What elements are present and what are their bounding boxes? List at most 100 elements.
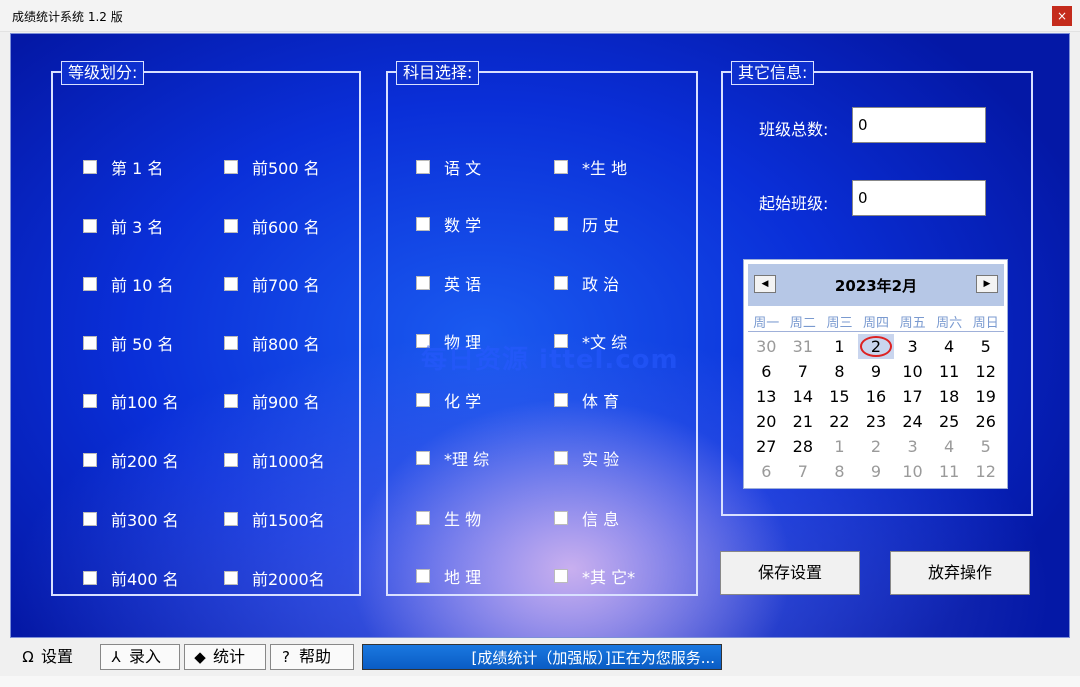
month-calendar[interactable]: ◀ 2023年2月 ▶ 周一 周二 周三 周四 周五 周六 周日 30 31 1 2 3 4 5 6 7 8 9… (743, 259, 1008, 489)
checkbox-box[interactable] (224, 336, 238, 350)
checkbox-box[interactable] (554, 511, 568, 525)
checkbox-box[interactable] (554, 569, 568, 583)
checkbox-box[interactable] (83, 277, 97, 291)
subject-checkbox[interactable]: 数 学 (416, 212, 481, 236)
calendar-day[interactable]: 26 (967, 409, 1004, 434)
calendar-day[interactable]: 7 (785, 459, 822, 484)
calendar-day[interactable]: 1 (821, 434, 858, 459)
calendar-day[interactable]: 13 (748, 384, 785, 409)
calendar-day[interactable]: 8 (821, 359, 858, 384)
grade-checkbox[interactable]: 前2000名 (224, 566, 325, 590)
subject-checkbox[interactable]: 实 验 (554, 446, 619, 470)
calendar-day[interactable]: 3 (894, 434, 931, 459)
calendar-days[interactable]: 30 31 1 2 3 4 5 6 7 8 9 10 11 12 13 14 15 16 17 18 19 20 21 22 2… (748, 334, 1004, 484)
calendar-month-title[interactable]: 2023年2月 (748, 275, 1004, 296)
calendar-day[interactable]: 18 (931, 384, 968, 409)
grade-checkbox[interactable]: 前1000名 (224, 448, 325, 472)
checkbox-box[interactable] (416, 511, 430, 525)
checkbox-box[interactable] (224, 394, 238, 408)
calendar-day[interactable]: 4 (931, 434, 968, 459)
cancel-operation-button[interactable]: 放弃操作 (890, 551, 1030, 595)
calendar-day[interactable]: 27 (748, 434, 785, 459)
calendar-day[interactable]: 3 (894, 334, 931, 359)
calendar-day[interactable]: 10 (894, 359, 931, 384)
calendar-day[interactable]: 21 (785, 409, 822, 434)
calendar-day[interactable]: 30 (748, 334, 785, 359)
calendar-day[interactable]: 19 (967, 384, 1004, 409)
grade-checkbox[interactable]: 第 1 名 (83, 155, 163, 179)
subject-checkbox[interactable]: 体 育 (554, 388, 619, 412)
calendar-day[interactable]: 8 (821, 459, 858, 484)
grade-checkbox[interactable]: 前1500名 (224, 507, 325, 531)
checkbox-box[interactable] (554, 160, 568, 174)
grade-checkbox[interactable]: 前700 名 (224, 272, 320, 296)
subject-checkbox[interactable]: *其 它* (554, 564, 635, 588)
grade-checkbox[interactable]: 前800 名 (224, 331, 320, 355)
subject-checkbox[interactable]: 化 学 (416, 388, 481, 412)
grade-checkbox[interactable]: 前200 名 (83, 448, 179, 472)
checkbox-box[interactable] (416, 393, 430, 407)
calendar-day[interactable]: 10 (894, 459, 931, 484)
calendar-day[interactable]: 15 (821, 384, 858, 409)
calendar-day[interactable]: 20 (748, 409, 785, 434)
calendar-day[interactable]: 24 (894, 409, 931, 434)
calendar-day[interactable]: 16 (858, 384, 895, 409)
calendar-day[interactable]: 1 (821, 334, 858, 359)
calendar-day[interactable]: 2 (857, 334, 895, 359)
subject-checkbox[interactable]: 英 语 (416, 271, 481, 295)
calendar-day[interactable]: 22 (821, 409, 858, 434)
calendar-day[interactable]: 23 (858, 409, 895, 434)
calendar-day[interactable]: 31 (785, 334, 822, 359)
checkbox-box[interactable] (83, 219, 97, 233)
grade-checkbox[interactable]: 前 50 名 (83, 331, 174, 355)
grade-checkbox[interactable]: 前500 名 (224, 155, 320, 179)
calendar-day[interactable]: 11 (931, 459, 968, 484)
subject-checkbox[interactable]: 地 理 (416, 564, 481, 588)
checkbox-box[interactable] (83, 512, 97, 526)
grade-checkbox[interactable]: 前400 名 (83, 566, 179, 590)
checkbox-box[interactable] (224, 453, 238, 467)
calendar-day[interactable]: 12 (967, 359, 1004, 384)
checkbox-box[interactable] (224, 277, 238, 291)
checkbox-box[interactable] (224, 219, 238, 233)
grade-checkbox[interactable]: 前600 名 (224, 214, 320, 238)
calendar-day[interactable]: 28 (785, 434, 822, 459)
checkbox-box[interactable] (83, 453, 97, 467)
calendar-day[interactable]: 17 (894, 384, 931, 409)
checkbox-box[interactable] (224, 160, 238, 174)
checkbox-box[interactable] (416, 569, 430, 583)
checkbox-box[interactable] (554, 393, 568, 407)
calendar-day[interactable]: 2 (858, 434, 895, 459)
calendar-day[interactable]: 25 (931, 409, 968, 434)
checkbox-box[interactable] (416, 276, 430, 290)
save-settings-button[interactable]: 保存设置 (720, 551, 860, 595)
checkbox-box[interactable] (83, 571, 97, 585)
checkbox-box[interactable] (554, 217, 568, 231)
calendar-day[interactable]: 4 (931, 334, 968, 359)
tab-entry[interactable]: ⅄ 录入 (100, 644, 180, 670)
checkbox-box[interactable] (83, 394, 97, 408)
checkbox-box[interactable] (416, 217, 430, 231)
close-button[interactable]: × (1052, 6, 1072, 26)
subject-checkbox[interactable]: 政 治 (554, 271, 619, 295)
calendar-day[interactable]: 11 (931, 359, 968, 384)
calendar-day[interactable]: 5 (967, 334, 1004, 359)
grade-checkbox[interactable]: 前 10 名 (83, 272, 174, 296)
checkbox-box[interactable] (554, 276, 568, 290)
grade-checkbox[interactable]: 前100 名 (83, 389, 179, 413)
calendar-day[interactable]: 9 (858, 359, 895, 384)
next-month-button[interactable]: ▶ (976, 275, 998, 293)
calendar-day[interactable]: 14 (785, 384, 822, 409)
checkbox-box[interactable] (554, 451, 568, 465)
calendar-day[interactable]: 12 (967, 459, 1004, 484)
class-total-input[interactable] (852, 107, 986, 143)
checkbox-box[interactable] (416, 160, 430, 174)
calendar-day[interactable]: 7 (785, 359, 822, 384)
grade-checkbox[interactable]: 前 3 名 (83, 214, 163, 238)
subject-checkbox[interactable]: 生 物 (416, 506, 481, 530)
tab-statistics[interactable]: ◆ 统计 (184, 644, 266, 670)
subject-checkbox[interactable]: 历 史 (554, 212, 619, 236)
checkbox-box[interactable] (83, 336, 97, 350)
calendar-day[interactable]: 5 (967, 434, 1004, 459)
grade-checkbox[interactable]: 前300 名 (83, 507, 179, 531)
